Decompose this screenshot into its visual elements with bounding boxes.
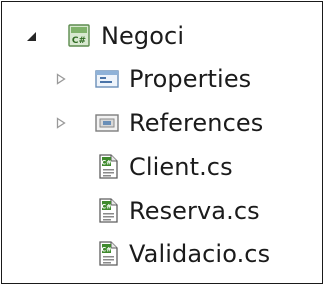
csharp-file-icon: C# — [99, 154, 118, 179]
csharp-file-icon: C# — [99, 241, 118, 266]
tree-node-label: References — [129, 109, 264, 137]
properties-folder-icon — [95, 70, 119, 88]
solution-explorer-tree: C# Negoci Properties References C# Clien… — [1, 1, 323, 284]
tree-node-label: Properties — [129, 65, 252, 93]
csharp-project-icon: C# — [68, 24, 90, 47]
tree-node-project[interactable]: C# Negoci — [2, 16, 322, 56]
svg-text:C#: C# — [101, 159, 111, 167]
csharp-file-icon: C# — [99, 198, 118, 223]
tree-node-references[interactable]: References — [2, 103, 322, 143]
tree-node-label: Client.cs — [129, 153, 233, 181]
tree-node-properties[interactable]: Properties — [2, 59, 322, 99]
tree-node-label: Negoci — [101, 22, 185, 50]
svg-text:C#: C# — [101, 203, 111, 211]
collapsed-arrow-icon[interactable] — [56, 117, 66, 129]
svg-text:C#: C# — [72, 36, 86, 46]
tree-node-file[interactable]: C# Validacio.cs — [2, 234, 322, 274]
tree-node-file[interactable]: C# Reserva.cs — [2, 191, 322, 231]
collapsed-arrow-icon[interactable] — [56, 73, 66, 85]
references-folder-icon — [95, 114, 119, 132]
tree-node-label: Validacio.cs — [129, 240, 271, 268]
expanded-arrow-icon[interactable] — [26, 31, 38, 43]
tree-node-label: Reserva.cs — [129, 197, 260, 225]
svg-text:C#: C# — [101, 246, 111, 254]
tree-node-file[interactable]: C# Client.cs — [2, 147, 322, 187]
